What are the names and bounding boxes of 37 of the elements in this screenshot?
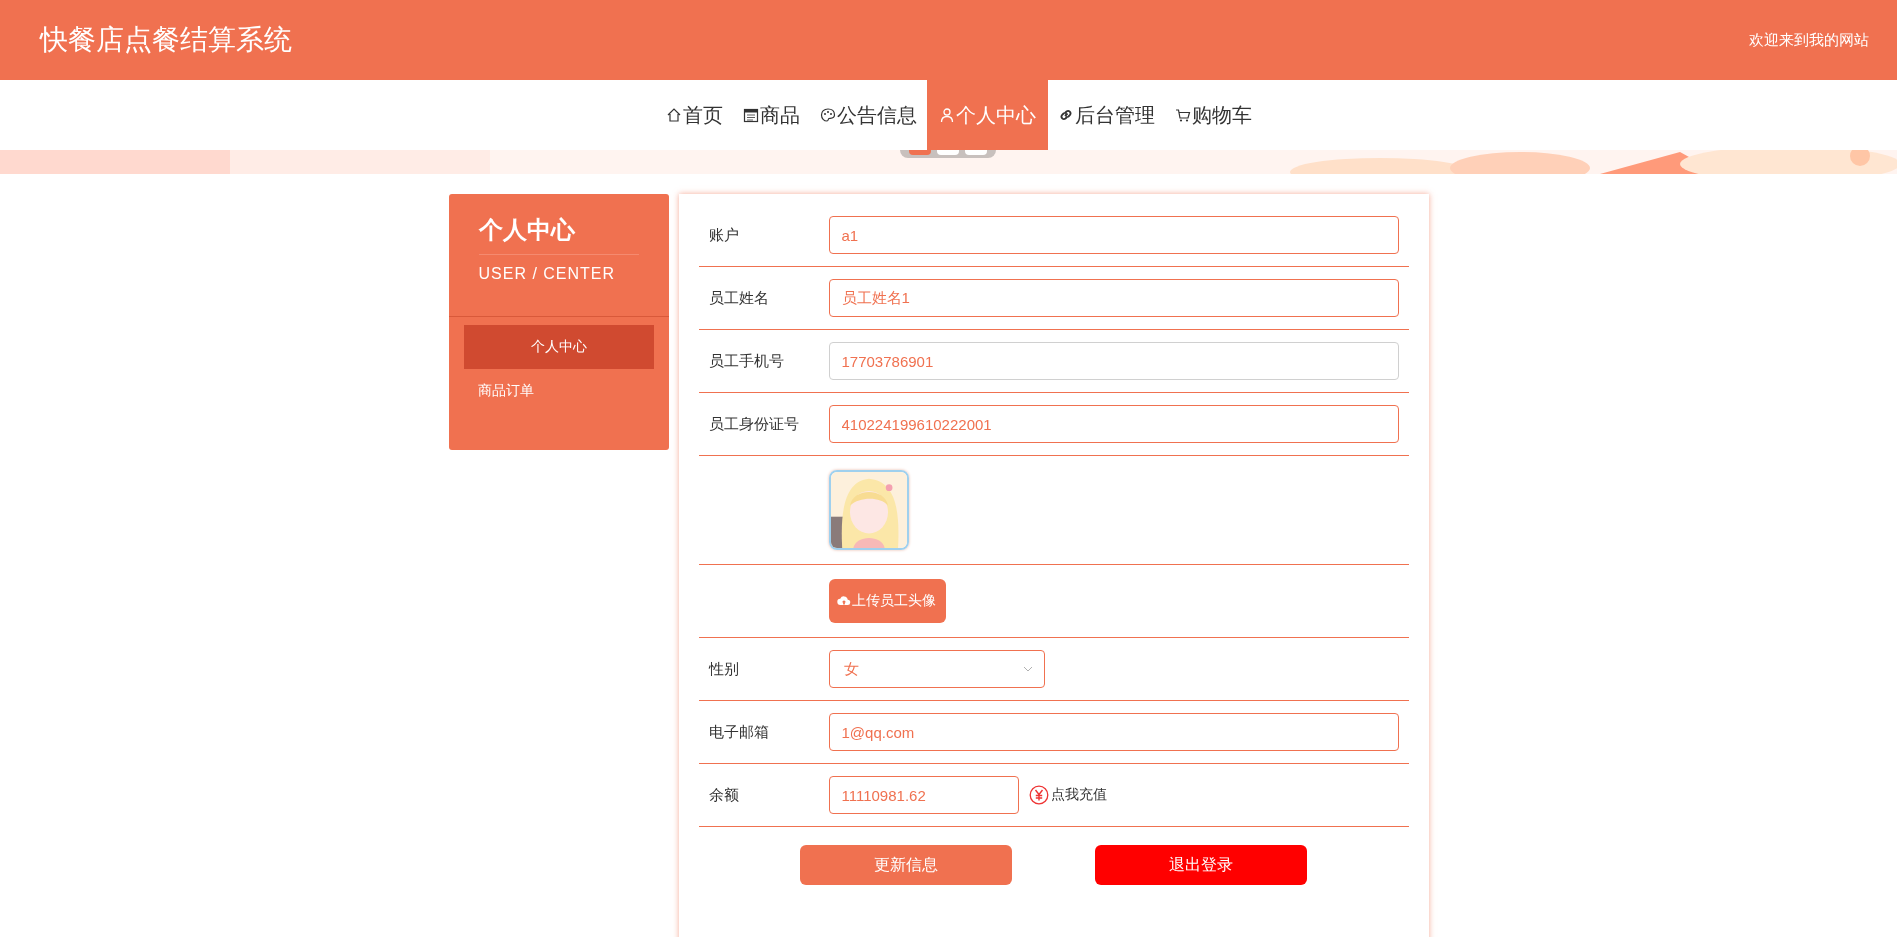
field-label: 员工身份证号 (707, 414, 800, 434)
upload-button[interactable]: 上传员工头像 (828, 579, 946, 623)
input-field[interactable]: 11110981.62 (828, 776, 1019, 814)
select-field[interactable]: 女 (828, 650, 1045, 688)
cart-icon (1174, 107, 1191, 123)
action-button[interactable]: 更新信息 (800, 845, 1012, 885)
home-icon (665, 107, 682, 123)
sidebar-subtitle: USER / CENTER (478, 264, 617, 283)
action-button[interactable]: 退出登录 (1095, 845, 1307, 885)
nav-tab[interactable]: 后台管理 (1047, 80, 1165, 150)
input-field[interactable]: 员工姓名1 (828, 279, 1399, 317)
input-field[interactable]: a1 (828, 216, 1399, 254)
input-field[interactable]: 410224199610222001 (828, 405, 1399, 443)
sidebar-item[interactable]: 个人中心 (463, 325, 654, 369)
user-icon (938, 107, 955, 123)
field-label: 余额 (707, 785, 740, 805)
nav-tab[interactable]: 购物车 (1164, 80, 1262, 150)
field-label: 员工姓名 (707, 288, 770, 308)
recharge-link[interactable]: 点我充值 (1028, 785, 1107, 805)
sidebar-item[interactable]: 商品订单 (463, 369, 654, 413)
field-label: 性别 (707, 659, 740, 679)
field-label: 账户 (707, 225, 740, 245)
yen-icon (1028, 785, 1049, 805)
welcome-text: 欢迎来到我的网站 (1749, 30, 1869, 50)
nav-tab[interactable]: 公告信息 (809, 80, 927, 150)
link-icon (1057, 107, 1074, 123)
palette-icon (819, 107, 836, 123)
field-label: 员工手机号 (707, 351, 785, 371)
site-title: 快餐店点餐结算系统 (40, 23, 292, 57)
nav-tab[interactable]: 首页 (655, 80, 733, 150)
field-label: 电子邮箱 (707, 722, 770, 742)
input-field[interactable]: 1@qq.com (828, 713, 1399, 751)
nav-tab[interactable]: 个人中心 (926, 80, 1048, 150)
cloud-upload-icon (836, 594, 851, 608)
calendar-icon (742, 107, 759, 123)
nav-tab[interactable]: 商品 (732, 80, 810, 150)
sidebar-title: 个人中心 (478, 214, 639, 255)
